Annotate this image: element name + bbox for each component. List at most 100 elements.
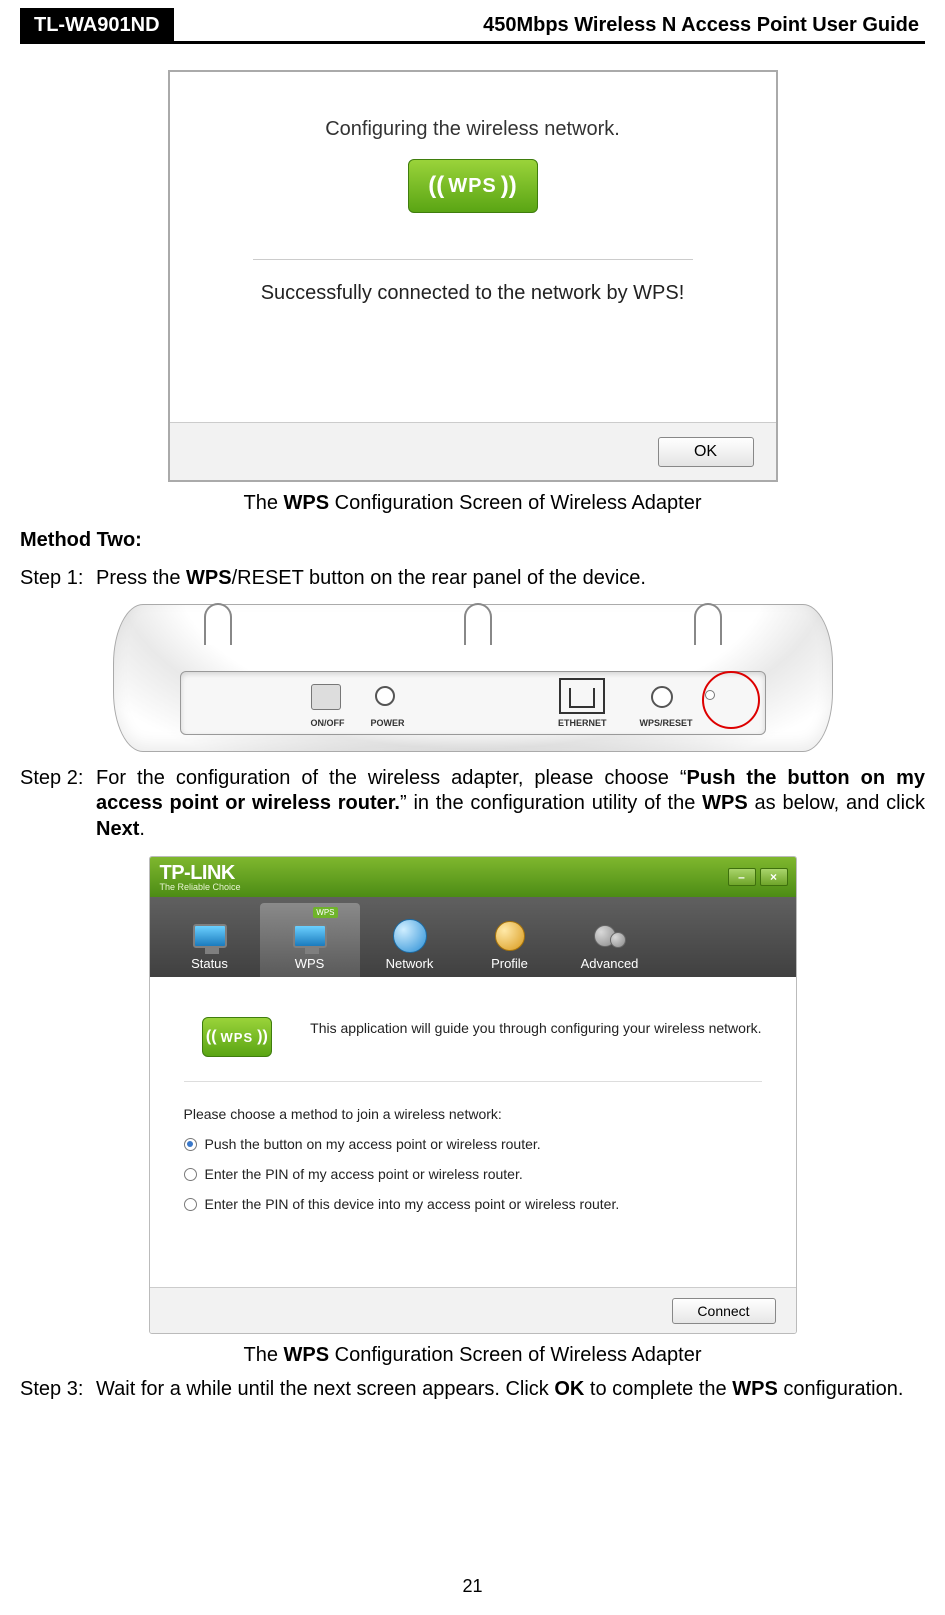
choose-method-text: Please choose a method to join a wireles… [184,1106,762,1122]
t: For the configuration of the wireless ad… [96,767,687,789]
wps-badge-icon: (( WPS )) [408,159,538,213]
highlight-circle-icon [702,671,760,729]
tab-network[interactable]: Network [360,903,460,977]
tab-label: Profile [491,956,528,971]
b: OK [554,1378,584,1400]
radio-icon [184,1168,197,1181]
wps-arc-left-icon: (( [428,172,444,200]
b: WPS [186,567,232,589]
rear-plate: ON/OFF POWER ETHERNET WPS/RESET [180,671,766,735]
dialog-configuring-text: Configuring the wireless network. [170,72,776,141]
caption-text: The [243,492,283,514]
intro-text: This application will guide you through … [310,1020,761,1036]
b: Next [96,818,139,840]
option-push-button[interactable]: Push the button on my access point or wi… [184,1136,762,1152]
figure2-caption: The WPS Configuration Screen of Wireless… [20,1344,925,1367]
step-2: Step 2: For the configuration of the wir… [20,766,925,843]
step-text: Press the WPS/RESET button on the rear p… [96,566,925,592]
t: to complete the [584,1378,732,1400]
utility-footer: Connect [150,1287,796,1333]
step-3: Step 3: Wait for a while until the next … [20,1377,925,1403]
b: WPS [702,792,748,814]
tab-profile[interactable]: Profile [460,903,560,977]
t: as below, and click [748,792,925,814]
profile-icon [495,921,525,951]
wps-badge-text: WPS [221,1030,254,1045]
antenna-icon [454,603,498,645]
wps-success-dialog-figure: Configuring the wireless network. (( WPS… [20,70,925,482]
caption-text: Configuration Screen of Wireless Adapter [329,1344,701,1366]
window-buttons: – × [728,868,788,886]
radio-selected-icon [184,1138,197,1151]
t: configuration. [778,1378,904,1400]
close-button[interactable]: × [760,868,788,886]
brand-tagline: The Reliable Choice [160,882,241,892]
option-label: Push the button on my access point or wi… [205,1136,541,1152]
caption-text: Configuration Screen of Wireless Adapter [329,492,701,514]
antenna-icon [194,603,238,645]
tab-label: WPS [295,956,325,971]
dialog-success-text: Successfully connected to the network by… [170,282,776,305]
label-wps-reset: WPS/RESET [639,718,692,728]
wps-badge-text: WPS [448,175,497,198]
wps-arc-left-icon: (( [206,1028,217,1046]
globe-icon [393,919,427,953]
utility-body: (( WPS )) This application will guide yo… [150,977,796,1212]
label-onoff: ON/OFF [311,718,345,728]
t: Wait for a while until the next screen a… [96,1378,554,1400]
page-number: 21 [0,1576,945,1597]
method-two-heading: Method Two: [20,529,925,552]
utility-intro: (( WPS )) This application will guide yo… [184,999,762,1082]
option-enter-device-pin[interactable]: Enter the PIN of this device into my acc… [184,1196,762,1212]
label-ethernet: ETHERNET [558,718,607,728]
tab-label: Status [191,956,228,971]
antenna-icon [684,603,728,645]
wps-reset-button-icon [651,686,673,708]
radio-icon [184,1198,197,1211]
b: WPS [732,1378,778,1400]
step-label: Step 1: [20,566,96,592]
option-enter-ap-pin[interactable]: Enter the PIN of my access point or wire… [184,1166,762,1182]
caption-bold: WPS [284,1344,330,1366]
dialog-divider [253,259,693,260]
tab-label: Advanced [581,956,639,971]
wps-badge-icon: (( WPS )) [202,1017,272,1057]
wps-success-dialog: Configuring the wireless network. (( WPS… [168,70,778,482]
ok-button[interactable]: OK [658,437,754,467]
step-label: Step 2: [20,766,96,843]
caption-text: The [243,1344,283,1366]
step-text: Wait for a while until the next screen a… [96,1377,925,1403]
page-header: TL-WA901ND 450Mbps Wireless N Access Poi… [20,8,925,44]
tab-advanced[interactable]: Advanced [560,903,660,977]
model-box: TL-WA901ND [20,8,174,41]
guide-title: 450Mbps Wireless N Access Point User Gui… [174,8,925,41]
step-text: For the configuration of the wireless ad… [96,766,925,843]
power-jack-icon [375,686,395,706]
step-label: Step 3: [20,1377,96,1403]
wps-utility-window: TP-LINK The Reliable Choice – × Status W… [149,856,797,1334]
utility-titlebar: TP-LINK The Reliable Choice – × [150,857,796,897]
tab-wps[interactable]: WPS WPS [260,903,360,977]
minimize-button[interactable]: – [728,868,756,886]
figure1-caption: The WPS Configuration Screen of Wireless… [20,492,925,515]
caption-bold: WPS [284,492,330,514]
ethernet-port-icon [559,678,605,714]
monitor-icon [293,924,327,948]
t: /RESET button on the rear panel of the d… [232,567,646,589]
wps-arc-right-icon: )) [257,1028,268,1046]
step-1: Step 1: Press the WPS/RESET button on th… [20,566,925,592]
t: Press the [96,567,186,589]
label-power: POWER [371,718,405,728]
wps-arc-right-icon: )) [501,172,517,200]
tab-label: Network [386,956,434,971]
t: . [139,818,145,840]
connect-button[interactable]: Connect [672,1298,776,1324]
brand-block: TP-LINK The Reliable Choice [160,862,241,892]
option-label: Enter the PIN of this device into my acc… [205,1196,620,1212]
option-label: Enter the PIN of my access point or wire… [205,1166,523,1182]
tab-status[interactable]: Status [160,903,260,977]
device-rear-panel-figure: ON/OFF POWER ETHERNET WPS/RESET [113,604,833,752]
monitor-icon [193,924,227,948]
wps-mini-badge-icon: WPS [313,907,337,918]
utility-tabs: Status WPS WPS Network Profile Advanced [150,897,796,977]
